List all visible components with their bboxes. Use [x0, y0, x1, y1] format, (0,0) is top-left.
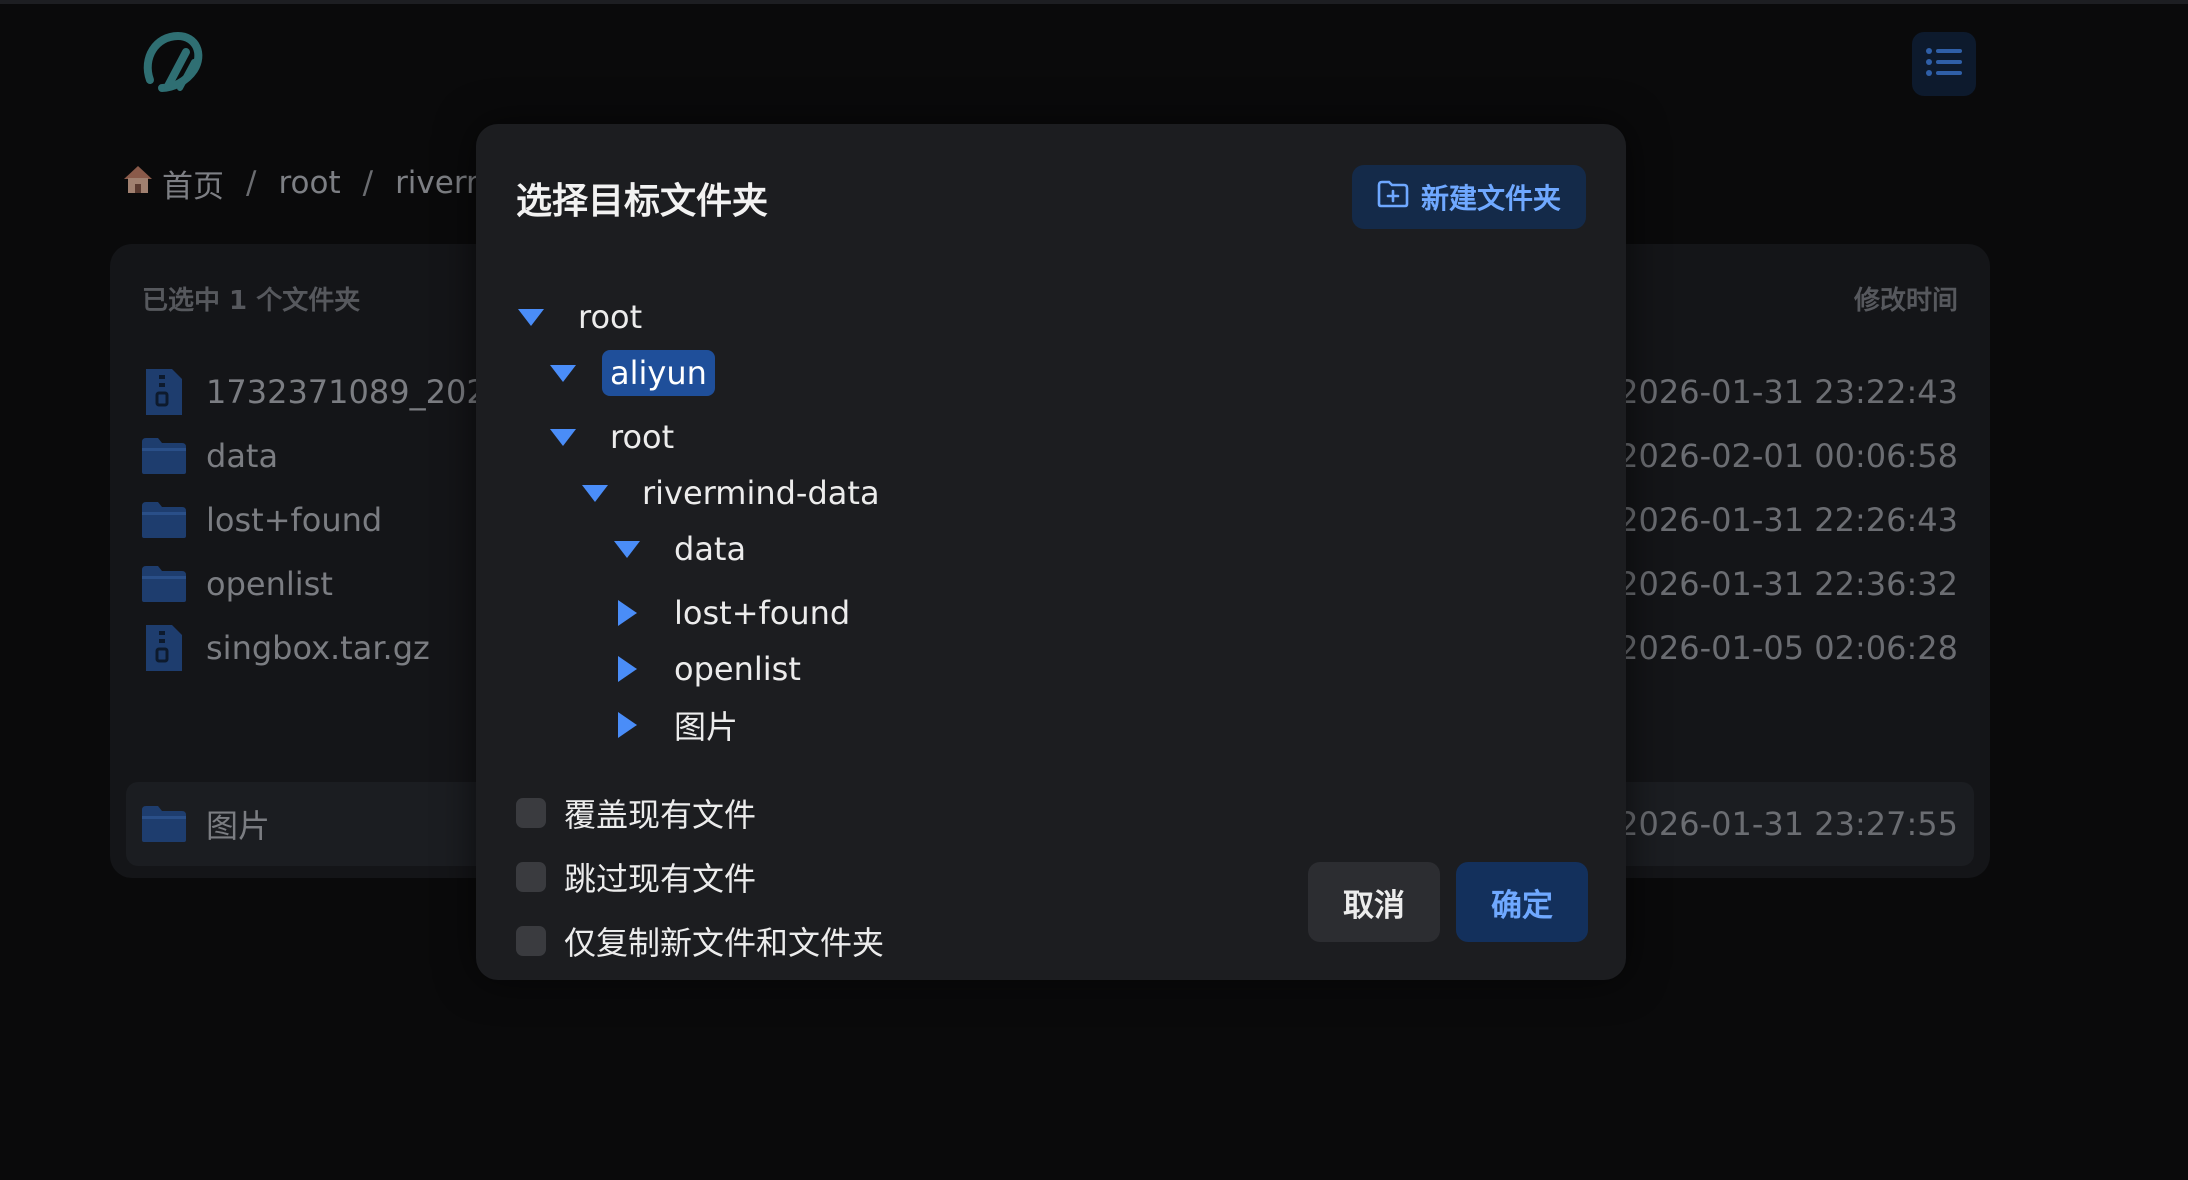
caret-down-icon[interactable] — [516, 302, 546, 332]
breadcrumb-home[interactable]: 首页 — [120, 161, 224, 206]
caret-right-icon[interactable] — [612, 598, 642, 628]
app-root: 首页 / root / riverm 已选中 1 个文件夹 修改时间 17323… — [0, 0, 2188, 1180]
file-name: data — [206, 437, 279, 475]
file-name: 图片 — [206, 807, 271, 845]
menu-button[interactable] — [1912, 32, 1976, 96]
file-modified: 2026-02-01 00:06:58 — [1618, 437, 1958, 475]
app-logo-icon — [132, 24, 212, 104]
file-modified: 2026-01-31 23:22:43 — [1618, 373, 1958, 411]
folder-icon — [140, 432, 188, 480]
folder-icon — [140, 496, 188, 544]
option-skip-existing[interactable]: 跳过现有文件 — [516, 854, 756, 900]
tree-node-rivermind-data[interactable]: rivermind-data — [580, 468, 888, 518]
caret-down-icon[interactable] — [548, 422, 578, 452]
tree-node-root-nested[interactable]: root — [548, 412, 682, 462]
breadcrumb-separator: / — [246, 165, 257, 201]
tree-node-label: data — [674, 530, 747, 568]
tree-node-label-selected: aliyun — [602, 350, 715, 396]
tree-node-aliyun[interactable]: aliyun — [548, 348, 715, 398]
tree-node-root[interactable]: root — [516, 292, 650, 342]
breadcrumb-home-label: 首页 — [162, 168, 224, 205]
selection-count: 已选中 1 个文件夹 — [142, 286, 361, 316]
caret-right-icon[interactable] — [612, 710, 642, 740]
file-modified: 2026-01-05 02:06:28 — [1618, 629, 1958, 667]
folder-plus-icon — [1377, 180, 1409, 215]
tree-node-openlist[interactable]: openlist — [612, 644, 809, 694]
new-folder-button[interactable]: 新建文件夹 — [1352, 165, 1586, 229]
file-name: singbox.tar.gz — [206, 629, 430, 667]
caret-down-icon[interactable] — [580, 478, 610, 508]
tree-node-label: 图片 — [674, 708, 739, 746]
breadcrumb-separator: / — [362, 165, 374, 201]
tree-node-label: lost+found — [674, 594, 851, 632]
column-header-modified[interactable]: 修改时间 — [1854, 280, 1958, 317]
breadcrumb-item-root[interactable]: root — [278, 165, 340, 201]
file-modified: 2026-01-31 22:26:43 — [1618, 501, 1958, 539]
confirm-button[interactable]: 确定 — [1456, 862, 1588, 942]
tree-node-label: root — [578, 298, 643, 336]
tree-node-label: openlist — [674, 650, 801, 688]
option-label: 覆盖现有文件 — [564, 796, 757, 834]
option-label: 仅复制新文件和文件夹 — [564, 924, 885, 962]
caret-down-icon[interactable] — [612, 534, 642, 564]
option-copy-new-only[interactable]: 仅复制新文件和文件夹 — [516, 918, 884, 964]
list-icon — [1925, 47, 1963, 81]
house-icon — [120, 161, 156, 205]
option-overwrite[interactable]: 覆盖现有文件 — [516, 790, 756, 836]
new-folder-label: 新建文件夹 — [1420, 182, 1561, 215]
archive-file-icon — [140, 624, 188, 672]
overwrite-checkbox[interactable] — [516, 798, 546, 828]
breadcrumb: 首页 / root / riverm — [120, 158, 496, 208]
select-target-folder-dialog: 选择目标文件夹 新建文件夹 root aliyun root rivermind… — [476, 124, 1626, 980]
file-modified: 2026-01-31 22:36:32 — [1618, 565, 1958, 603]
archive-file-icon — [140, 368, 188, 416]
copy-new-only-checkbox[interactable] — [516, 926, 546, 956]
tree-node-label: rivermind-data — [642, 474, 880, 512]
tree-node-pictures[interactable]: 图片 — [612, 700, 746, 750]
dialog-title: 选择目标文件夹 — [516, 181, 769, 222]
caret-down-icon[interactable] — [548, 358, 578, 388]
file-modified: 2026-01-31 23:27:55 — [1618, 805, 1958, 843]
file-name: lost+found — [206, 501, 383, 539]
option-label: 跳过现有文件 — [564, 860, 757, 898]
tree-node-label: root — [610, 418, 675, 456]
cancel-button[interactable]: 取消 — [1308, 862, 1440, 942]
skip-existing-checkbox[interactable] — [516, 862, 546, 892]
folder-icon — [140, 560, 188, 608]
tree-node-lost-found[interactable]: lost+found — [612, 588, 858, 638]
tree-node-data[interactable]: data — [612, 524, 754, 574]
file-name: 1732371089_2025 — [206, 373, 508, 411]
file-name: openlist — [206, 565, 333, 603]
caret-right-icon[interactable] — [612, 654, 642, 684]
folder-icon — [140, 800, 188, 848]
